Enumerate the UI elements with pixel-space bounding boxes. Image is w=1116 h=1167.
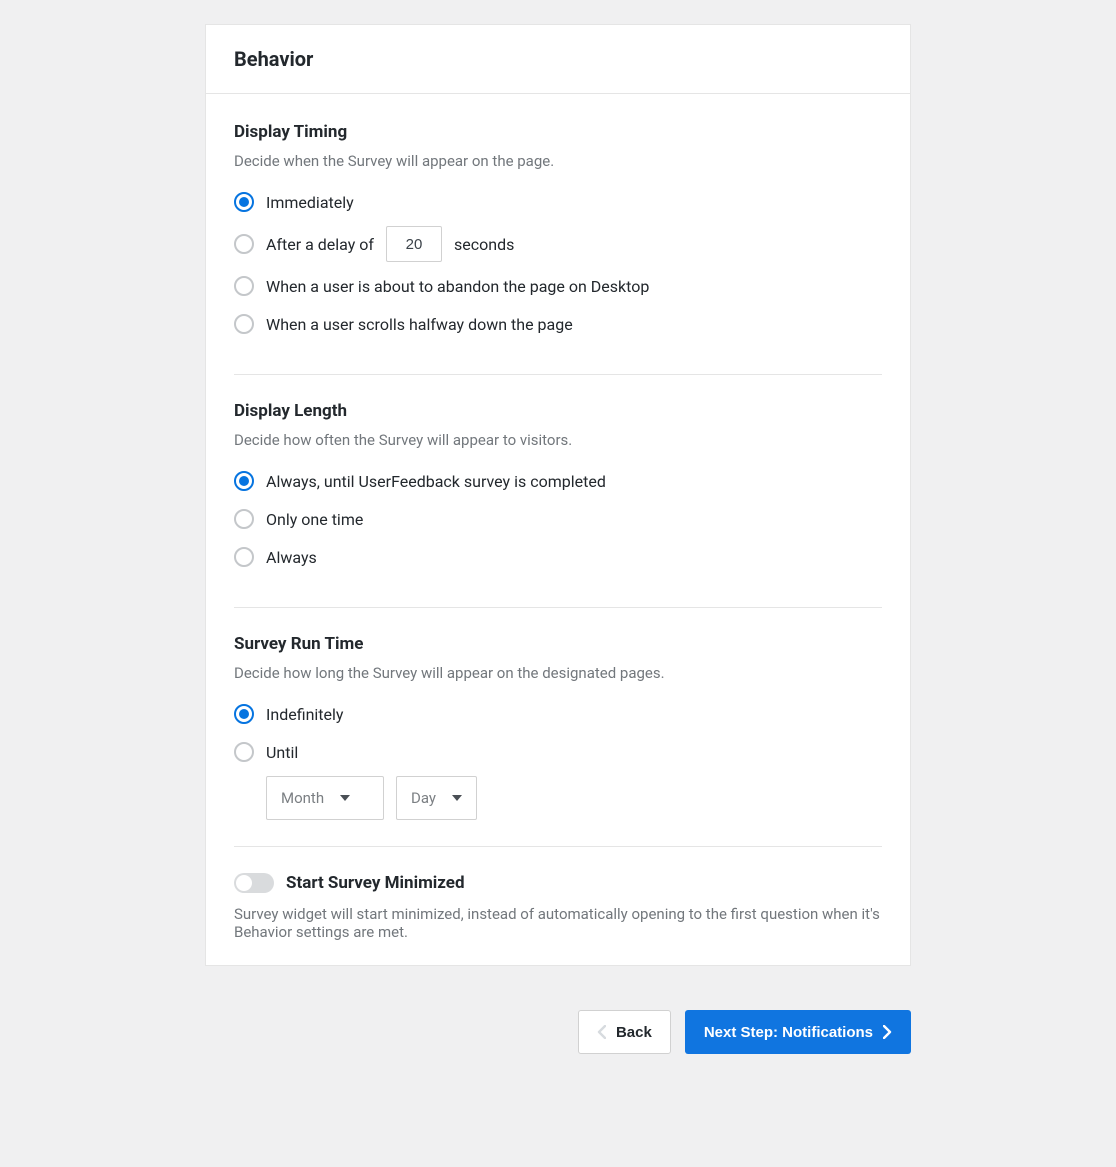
minimized-toggle-row: Start Survey Minimized xyxy=(234,873,882,893)
minimized-desc: Survey widget will start minimized, inst… xyxy=(234,905,882,941)
radio-icon xyxy=(234,234,254,254)
timing-option-scroll[interactable]: When a user scrolls halfway down the pag… xyxy=(234,310,882,338)
day-dropdown[interactable]: Day xyxy=(396,776,477,820)
back-button-label: Back xyxy=(616,1024,652,1041)
delay-seconds-input[interactable] xyxy=(386,226,442,262)
radio-icon xyxy=(234,509,254,529)
delay-prefix: After a delay of xyxy=(266,235,374,254)
radio-icon xyxy=(234,276,254,296)
footer-nav: Back Next Step: Notifications xyxy=(205,1010,911,1054)
timing-option-abandon[interactable]: When a user is about to abandon the page… xyxy=(234,272,882,300)
back-button[interactable]: Back xyxy=(578,1010,671,1054)
next-button-label: Next Step: Notifications xyxy=(704,1024,873,1041)
runtime-option-until[interactable]: Until xyxy=(234,738,882,766)
day-dropdown-label: Day xyxy=(411,789,436,807)
radio-label: Until xyxy=(266,743,298,762)
radio-icon xyxy=(234,742,254,762)
length-option-once[interactable]: Only one time xyxy=(234,505,882,533)
section-title: Display Timing xyxy=(234,122,882,142)
section-title: Survey Run Time xyxy=(234,634,882,654)
delay-suffix: seconds xyxy=(454,235,514,254)
chevron-down-icon xyxy=(452,795,462,801)
minimized-toggle[interactable] xyxy=(234,873,274,893)
section-display-length: Display Length Decide how often the Surv… xyxy=(234,401,882,608)
length-option-always[interactable]: Always xyxy=(234,543,882,571)
card-title: Behavior xyxy=(234,47,882,71)
minimized-title: Start Survey Minimized xyxy=(286,873,465,893)
radio-label: When a user scrolls halfway down the pag… xyxy=(266,315,573,334)
month-dropdown-label: Month xyxy=(281,789,324,807)
next-button[interactable]: Next Step: Notifications xyxy=(685,1010,911,1054)
radio-icon xyxy=(234,192,254,212)
radio-label: Only one time xyxy=(266,510,363,529)
timing-option-immediately[interactable]: Immediately xyxy=(234,188,882,216)
radio-icon xyxy=(234,471,254,491)
radio-label-group: After a delay of seconds xyxy=(266,226,514,262)
section-title: Display Length xyxy=(234,401,882,421)
runtime-option-indefinitely[interactable]: Indefinitely xyxy=(234,700,882,728)
chevron-down-icon xyxy=(340,795,350,801)
radio-label: Always, until UserFeedback survey is com… xyxy=(266,472,606,491)
radio-label: Always xyxy=(266,548,317,567)
radio-icon xyxy=(234,547,254,567)
until-date-selectors: Month Day xyxy=(266,776,882,820)
month-dropdown[interactable]: Month xyxy=(266,776,384,820)
chevron-left-icon xyxy=(597,1025,606,1039)
length-option-until-complete[interactable]: Always, until UserFeedback survey is com… xyxy=(234,467,882,495)
chevron-right-icon xyxy=(883,1025,892,1039)
radio-icon xyxy=(234,314,254,334)
section-desc: Decide how often the Survey will appear … xyxy=(234,431,882,449)
radio-label: When a user is about to abandon the page… xyxy=(266,277,649,296)
radio-icon xyxy=(234,704,254,724)
section-desc: Decide how long the Survey will appear o… xyxy=(234,664,882,682)
behavior-card: Behavior Display Timing Decide when the … xyxy=(205,24,911,966)
section-display-timing: Display Timing Decide when the Survey wi… xyxy=(234,122,882,375)
radio-label: Indefinitely xyxy=(266,705,343,724)
card-body: Display Timing Decide when the Survey wi… xyxy=(206,94,910,965)
radio-label: Immediately xyxy=(266,193,354,212)
section-desc: Decide when the Survey will appear on th… xyxy=(234,152,882,170)
timing-option-delay[interactable]: After a delay of seconds xyxy=(234,226,882,262)
section-run-time: Survey Run Time Decide how long the Surv… xyxy=(234,634,882,847)
card-header: Behavior xyxy=(206,25,910,94)
section-start-minimized: Start Survey Minimized Survey widget wil… xyxy=(234,873,882,941)
